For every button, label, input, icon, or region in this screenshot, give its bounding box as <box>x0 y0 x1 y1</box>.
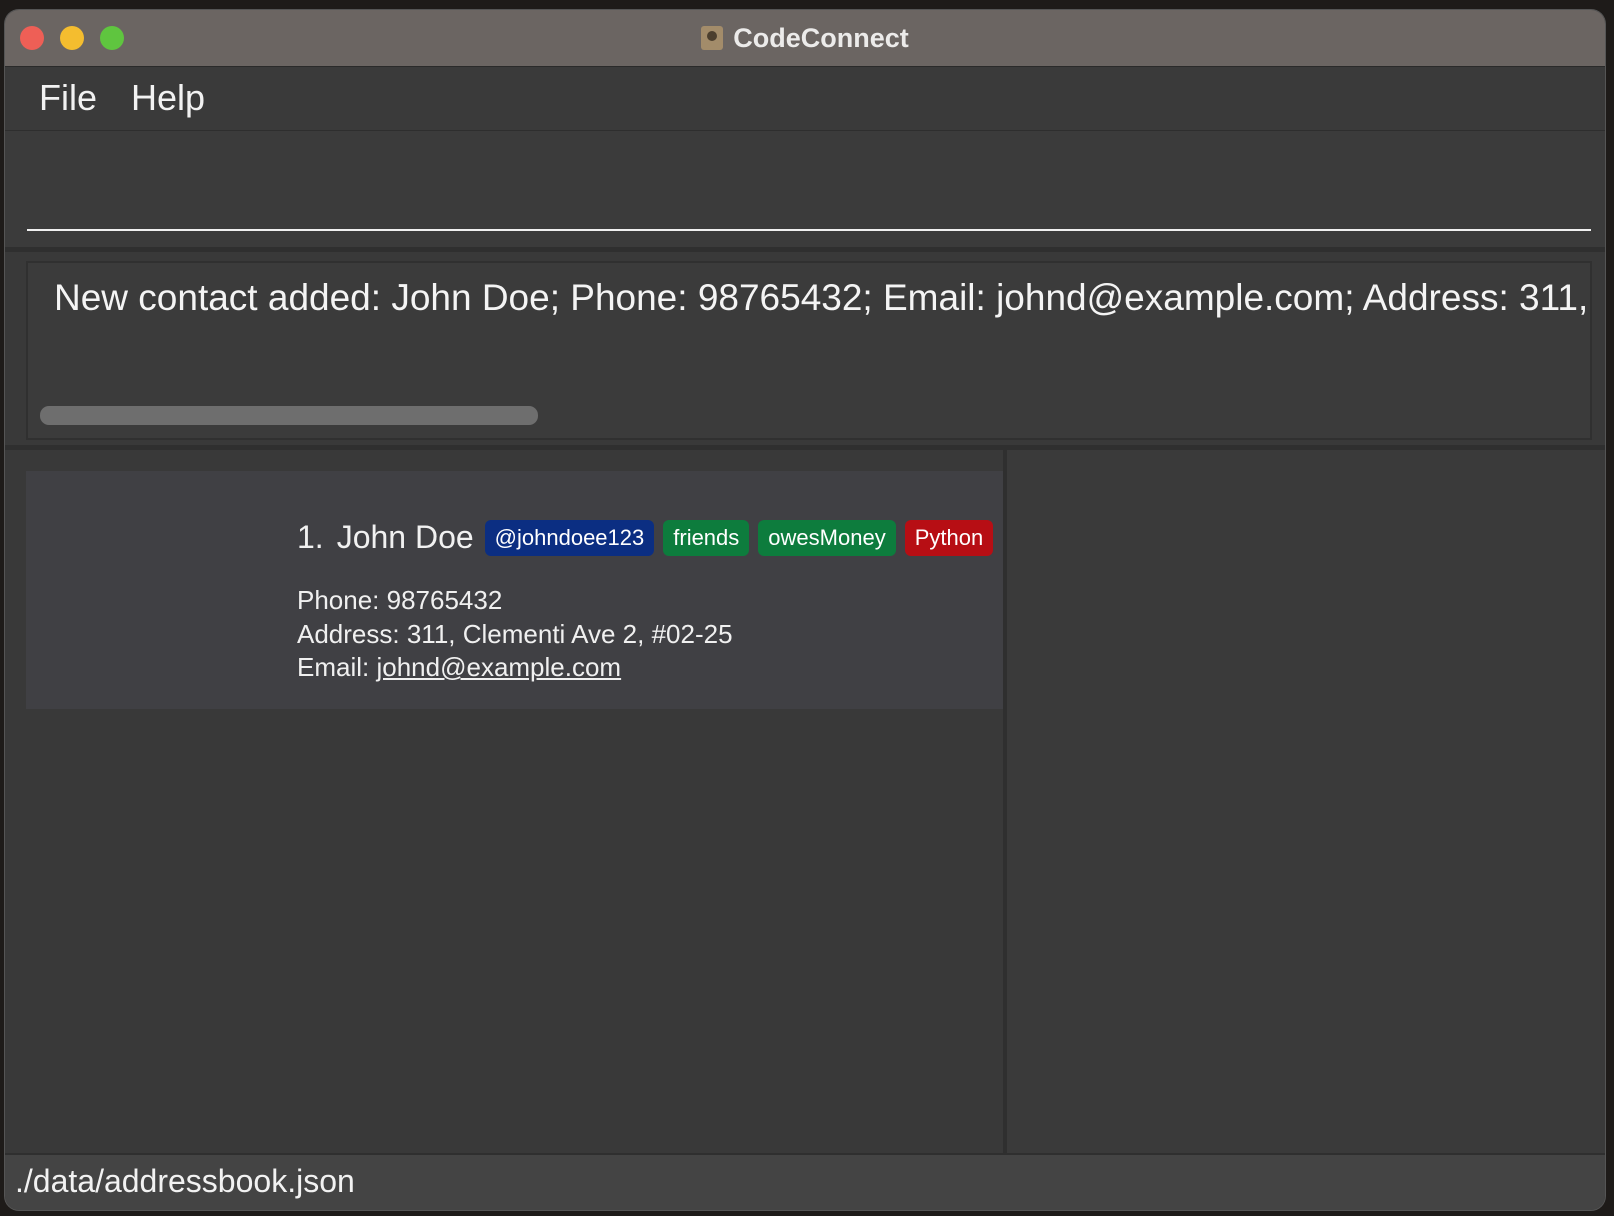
data-file-path: ./data/addressbook.json <box>15 1163 355 1199</box>
detail-panel <box>1007 450 1605 1170</box>
contact-header: 1. John Doe @johndoee123 friends owesMon… <box>297 519 994 556</box>
contact-email-row: Email: johnd@example.com <box>297 652 621 683</box>
contact-email-link[interactable]: johnd@example.com <box>376 652 621 682</box>
command-input[interactable] <box>27 151 1591 231</box>
github-username-tag: @johndoee123 <box>484 519 655 556</box>
result-message: New contact added: John Doe; Phone: 9876… <box>54 277 1590 318</box>
menu-file[interactable]: File <box>39 77 97 119</box>
tag-friends: friends <box>663 519 750 556</box>
status-bar: ./data/addressbook.json <box>5 1153 1605 1210</box>
title-bar: CodeConnect <box>5 10 1605 67</box>
app-window: CodeConnect File Help New contact added:… <box>5 10 1605 1210</box>
menu-bar: File Help <box>5 67 1605 131</box>
contact-index: 1. <box>297 519 324 555</box>
contact-card[interactable]: 1. John Doe @johndoee123 friends owesMon… <box>26 471 1003 709</box>
horizontal-scrollbar[interactable] <box>40 406 538 425</box>
menu-help[interactable]: Help <box>131 77 205 119</box>
contacts-app-icon <box>701 26 724 50</box>
contact-list-panel: 1. John Doe @johndoee123 friends owesMon… <box>5 450 1007 1170</box>
window-title-group: CodeConnect <box>5 10 1605 66</box>
contact-address: Address: 311, Clementi Ave 2, #02-25 <box>297 619 733 649</box>
contact-name: John Doe <box>336 519 474 555</box>
result-display: New contact added: John Doe; Phone: 9876… <box>26 261 1592 440</box>
tag-python: Python <box>904 519 994 556</box>
contact-phone: Phone: 98765432 <box>297 585 503 615</box>
window-title: CodeConnect <box>733 22 909 53</box>
command-box-area <box>5 131 1605 252</box>
tag-owes-money: owesMoney <box>758 519 896 556</box>
contact-email-label: Email: <box>297 652 377 682</box>
